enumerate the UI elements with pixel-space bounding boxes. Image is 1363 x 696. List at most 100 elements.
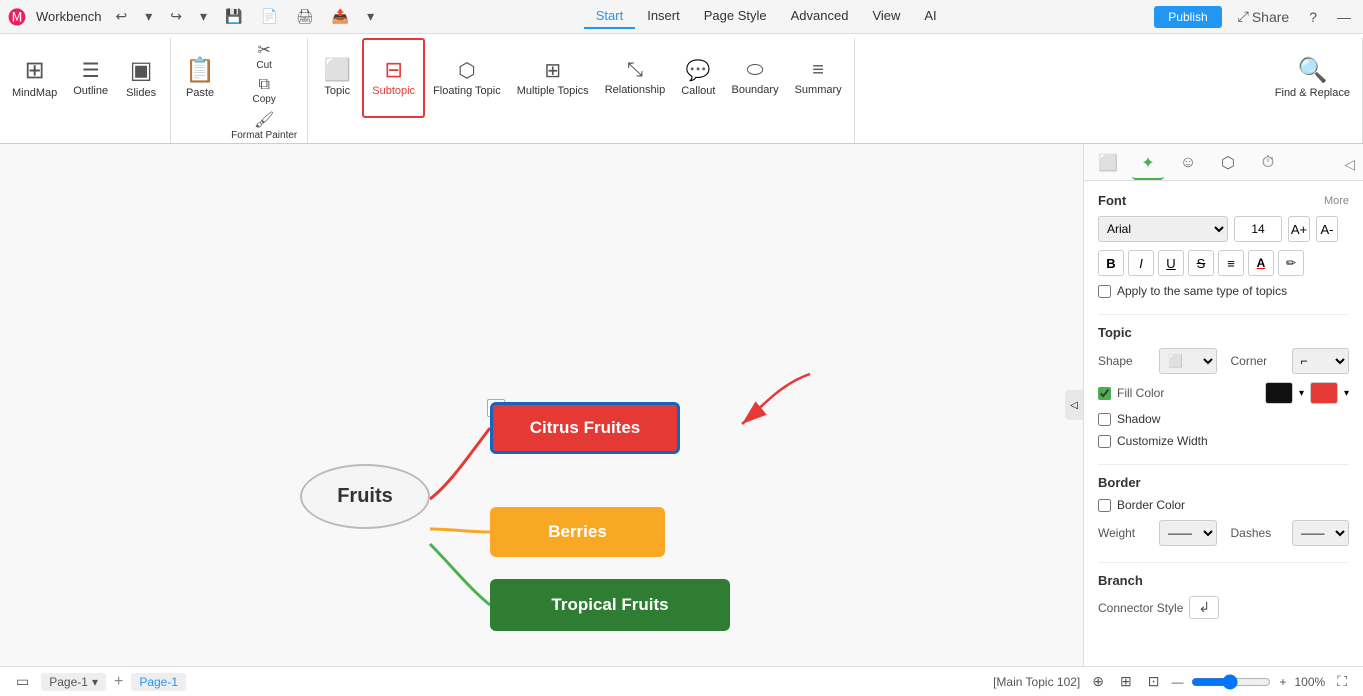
redo-button[interactable]: ↪ bbox=[166, 6, 186, 27]
font-section-title: Font bbox=[1098, 193, 1126, 208]
topic-info: [Main Topic 102] bbox=[993, 675, 1080, 689]
align-button[interactable]: ≡ bbox=[1218, 250, 1244, 276]
find-replace-button[interactable]: 🔍 Find & Replace bbox=[1267, 38, 1358, 118]
fill-color-swatch-black[interactable] bbox=[1265, 382, 1293, 404]
help-button[interactable]: ? bbox=[1305, 7, 1321, 27]
bold-button[interactable]: B bbox=[1098, 250, 1124, 276]
panel-tab-ai[interactable]: ✦ bbox=[1132, 148, 1164, 180]
tropical-node[interactable]: Tropical Fruits bbox=[490, 579, 730, 631]
font-more-button[interactable]: More bbox=[1324, 195, 1349, 207]
citrus-label: Citrus Fruites bbox=[530, 418, 641, 438]
underline-button[interactable]: U bbox=[1158, 250, 1184, 276]
share-button[interactable]: ⤢ Share bbox=[1234, 6, 1294, 27]
topic-button[interactable]: ⬜ Topic bbox=[312, 38, 362, 118]
sidebar-toggle-button[interactable]: ▭ bbox=[12, 671, 33, 692]
publish-button[interactable]: Publish bbox=[1154, 6, 1221, 28]
zoom-plus-icon[interactable]: + bbox=[1279, 675, 1286, 689]
corner-select[interactable]: ⌐ ╭ bbox=[1292, 348, 1350, 374]
fruits-node[interactable]: Fruits bbox=[300, 464, 430, 529]
tab-page-style[interactable]: Page Style bbox=[692, 4, 779, 29]
view-group: ⊞ MindMap ☰ Outline ▣ Slides bbox=[0, 38, 171, 143]
zoom-minus-icon[interactable]: — bbox=[1171, 675, 1183, 689]
border-color-checkbox[interactable] bbox=[1098, 499, 1111, 512]
zoom-slider[interactable] bbox=[1191, 674, 1271, 690]
panel-collapse-button[interactable]: ◁ bbox=[1065, 390, 1083, 420]
citrus-node[interactable]: Citrus Fruites bbox=[490, 402, 680, 454]
fullscreen-button[interactable]: ⛶ bbox=[1333, 671, 1351, 692]
zoom-fit-button[interactable]: ⊡ bbox=[1144, 671, 1164, 692]
undo-dropdown[interactable]: ▾ bbox=[141, 6, 156, 27]
weight-select[interactable]: —— ─ ━ bbox=[1159, 520, 1217, 546]
add-page-button[interactable]: + bbox=[114, 673, 123, 691]
page-1-label: Page-1 bbox=[49, 675, 88, 689]
slides-button[interactable]: ▣ Slides bbox=[116, 38, 166, 118]
highlight-icon: ✏ bbox=[1286, 256, 1296, 270]
undo-button[interactable]: ↩ bbox=[112, 6, 132, 27]
copy-icon: ⧉ bbox=[258, 76, 269, 94]
tab-insert[interactable]: Insert bbox=[635, 4, 692, 29]
callout-button[interactable]: 💬 Callout bbox=[673, 38, 723, 118]
new-button[interactable]: 📄 bbox=[256, 6, 281, 27]
copy-button[interactable]: ⧉ Copy bbox=[225, 73, 303, 108]
tab-start[interactable]: Start bbox=[584, 4, 635, 29]
font-size-down-button[interactable]: A- bbox=[1316, 216, 1338, 242]
boundary-label: Boundary bbox=[731, 84, 778, 97]
canvas[interactable]: ⤡ Fruits Citrus Fruites Berries Tropical… bbox=[0, 144, 1083, 666]
berries-node[interactable]: Berries bbox=[490, 507, 665, 557]
border-section-header: Border bbox=[1098, 475, 1349, 490]
mindmap-button[interactable]: ⊞ MindMap bbox=[4, 38, 65, 118]
export-button[interactable]: 📤 bbox=[328, 6, 353, 27]
shadow-checkbox[interactable] bbox=[1098, 413, 1111, 426]
subtopic-button[interactable]: ⊟ Subtopic bbox=[362, 38, 425, 118]
panel-tab-clock[interactable]: ⏱ bbox=[1252, 148, 1284, 180]
relationship-button[interactable]: ⤡ Relationship bbox=[597, 38, 674, 118]
highlight-button[interactable]: ✏ bbox=[1278, 250, 1304, 276]
multiple-topics-button[interactable]: ⊞ Multiple Topics bbox=[509, 38, 597, 118]
cut-button[interactable]: ✂ Cut bbox=[225, 38, 303, 73]
floating-topic-button[interactable]: ⬡ Floating Topic bbox=[425, 38, 509, 118]
paste-button[interactable]: 📋 Paste bbox=[175, 38, 225, 118]
apply-same-type-checkbox[interactable] bbox=[1098, 285, 1111, 298]
fill-color-checkbox[interactable] bbox=[1098, 387, 1111, 400]
nav-tabs: Start Insert Page Style Advanced View AI bbox=[584, 4, 949, 29]
tab-advanced[interactable]: Advanced bbox=[779, 4, 861, 29]
print-button[interactable]: 🖨 bbox=[292, 6, 318, 27]
strikethrough-button[interactable]: S bbox=[1188, 250, 1214, 276]
font-size-input[interactable] bbox=[1234, 216, 1282, 242]
fit-map-button[interactable]: ⊞ bbox=[1116, 671, 1136, 692]
shape-select[interactable]: ⬜ ⬭ ⬡ bbox=[1159, 348, 1217, 374]
dashes-select[interactable]: —— - - ··· bbox=[1292, 520, 1350, 546]
fill-color-swatch-red[interactable] bbox=[1310, 382, 1338, 404]
slides-label: Slides bbox=[126, 87, 156, 100]
panel-expand-button[interactable]: ◁ bbox=[1344, 156, 1355, 173]
panel-tab-emoji[interactable]: ☺ bbox=[1172, 148, 1204, 180]
connector-style-button[interactable]: ↲ bbox=[1189, 596, 1219, 619]
apply-same-type-label: Apply to the same type of topics bbox=[1117, 284, 1287, 298]
fill-color-row: Fill Color ▾ ▾ bbox=[1098, 382, 1349, 404]
fit-screen-button[interactable]: ⊕ bbox=[1088, 671, 1108, 692]
boundary-button[interactable]: ⬭ Boundary bbox=[723, 38, 786, 118]
panel-tab-shape[interactable]: ⬜ bbox=[1092, 148, 1124, 180]
tab-ai[interactable]: AI bbox=[912, 4, 948, 29]
font-family-select[interactable]: Arial Helvetica Times New Roman bbox=[1098, 216, 1228, 242]
panel-tab-sticker[interactable]: ⬡ bbox=[1212, 148, 1244, 180]
italic-button[interactable]: I bbox=[1128, 250, 1154, 276]
save-button[interactable]: 💾 bbox=[221, 6, 246, 27]
redo-dropdown[interactable]: ▾ bbox=[196, 6, 211, 27]
fill-color-red-dropdown[interactable]: ▾ bbox=[1344, 388, 1349, 399]
tab-view[interactable]: View bbox=[860, 4, 912, 29]
outline-button[interactable]: ☰ Outline bbox=[65, 38, 116, 118]
page-1-tab[interactable]: Page-1 ▾ bbox=[41, 673, 106, 691]
format-painter-button[interactable]: 🖌 Format Painter bbox=[225, 108, 303, 143]
customize-width-checkbox[interactable] bbox=[1098, 435, 1111, 448]
find-replace-group: 🔍 Find & Replace bbox=[1263, 38, 1363, 143]
format-painter-label: Format Painter bbox=[231, 130, 297, 141]
font-size-up-button[interactable]: A+ bbox=[1288, 216, 1310, 242]
active-page-tab[interactable]: Page-1 bbox=[131, 673, 186, 691]
more-button[interactable]: ▾ bbox=[363, 6, 378, 27]
minimize-button[interactable]: — bbox=[1333, 7, 1355, 27]
summary-button[interactable]: ≡ Summary bbox=[787, 38, 850, 118]
weight-label: Weight bbox=[1098, 526, 1153, 540]
font-color-button[interactable]: A bbox=[1248, 250, 1274, 276]
fill-color-dropdown[interactable]: ▾ bbox=[1299, 388, 1304, 399]
